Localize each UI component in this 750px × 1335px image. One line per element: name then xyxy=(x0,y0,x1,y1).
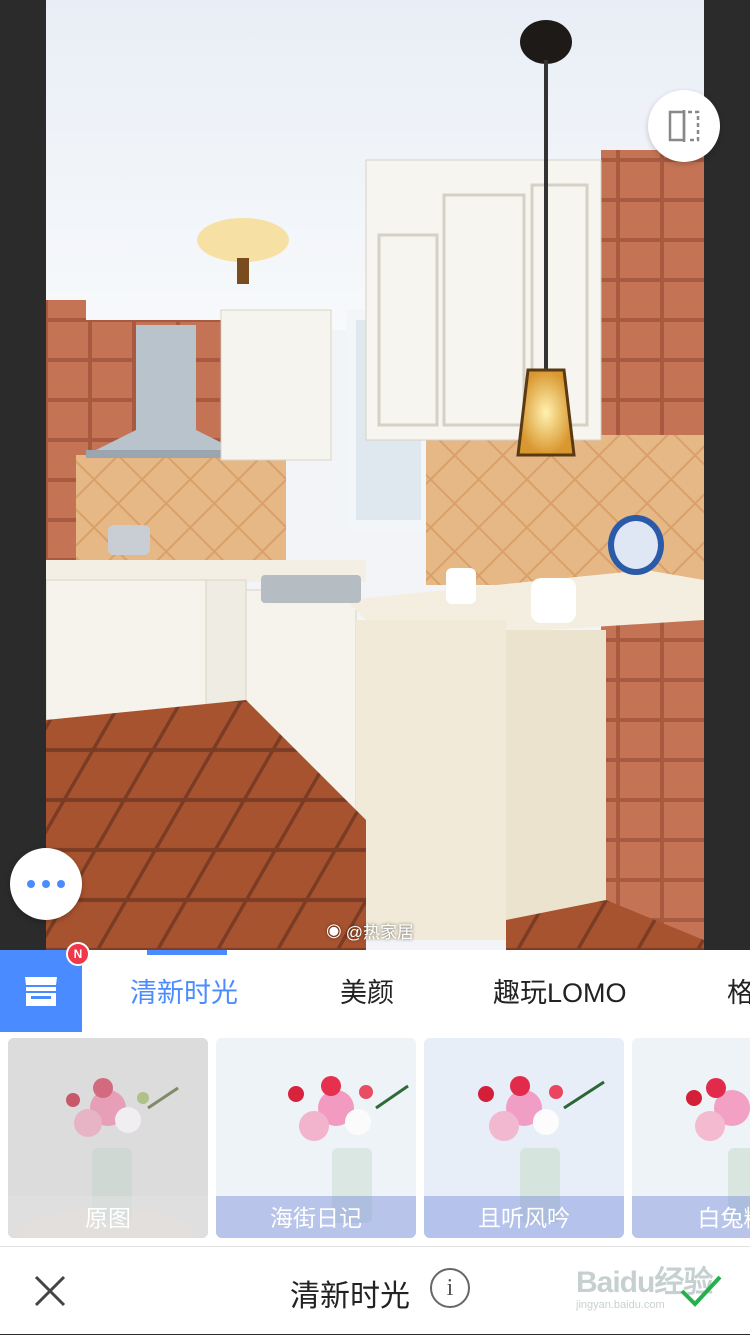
filter-qieting-fengyin[interactable]: 且听风吟 xyxy=(424,1038,624,1238)
compare-button[interactable] xyxy=(648,90,720,162)
filter-panel: N 清新时光 美颜 趣玩LOMO 格 原图 海街日记 且听风吟 白兔 清新时光 … xyxy=(0,942,750,1335)
more-icon xyxy=(27,880,65,888)
filter-original[interactable]: 原图 xyxy=(8,1038,208,1238)
current-filter-title: 清新时光 xyxy=(290,1280,410,1313)
watermark-text: @热家居 xyxy=(345,923,414,942)
filter-haijie-riji[interactable]: 海街日记 xyxy=(216,1038,416,1238)
confirm-check-icon[interactable] xyxy=(678,1271,724,1311)
tab-meiyan[interactable]: 美颜 xyxy=(340,950,394,1032)
bottom-action-bar: 清新时光 i Baidu经验 jingyan.baidu.com xyxy=(0,1246,750,1335)
filter-thumbnails: 原图 海街日记 且听风吟 白兔 xyxy=(0,1038,750,1238)
tab-qingxin-shiguang[interactable]: 清新时光 xyxy=(130,950,238,1032)
filter-label: 且听风吟 xyxy=(424,1196,624,1238)
weibo-icon: ◉ xyxy=(326,920,342,940)
filter-category-tabs: 清新时光 美颜 趣玩LOMO 格 xyxy=(82,950,750,1032)
info-icon[interactable]: i xyxy=(430,1268,470,1308)
more-options-button[interactable] xyxy=(10,848,82,920)
filter-label: 海街日记 xyxy=(216,1196,416,1238)
kitchen-photo xyxy=(46,0,704,950)
filter-label: 白兔糖 xyxy=(632,1196,750,1238)
store-icon xyxy=(25,977,57,1006)
tab-ge[interactable]: 格 xyxy=(727,950,750,1032)
photo-watermark: ◉ @热家居 xyxy=(326,918,414,943)
photo-preview: ◉ @热家居 xyxy=(46,0,704,950)
close-icon[interactable] xyxy=(30,1271,70,1311)
compare-icon xyxy=(668,110,700,142)
filter-label: 原图 xyxy=(8,1196,208,1238)
tab-quwan-lomo[interactable]: 趣玩LOMO xyxy=(493,950,627,1032)
filter-baitu-tang[interactable]: 白兔糖 xyxy=(632,1038,750,1238)
